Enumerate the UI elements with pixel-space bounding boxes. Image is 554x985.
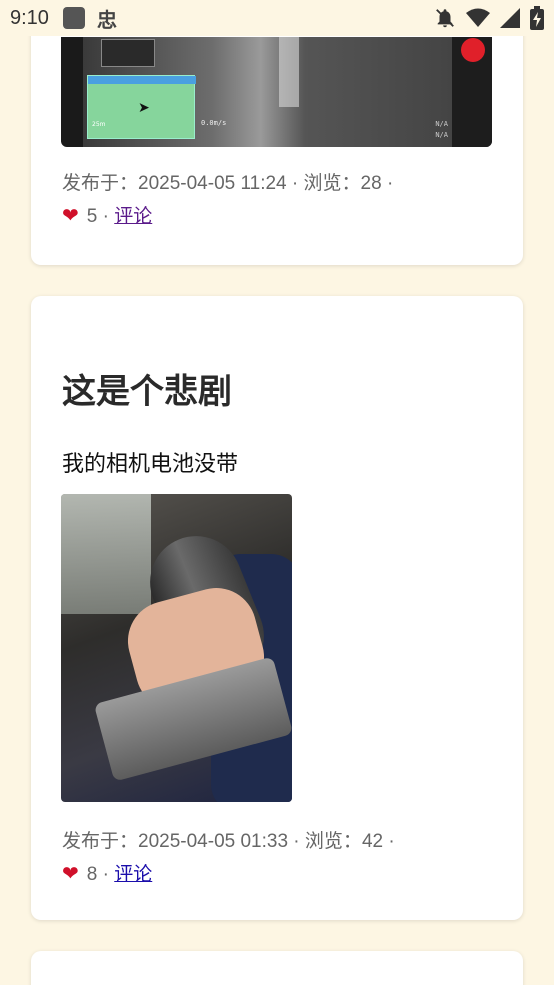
aircraft-arrow-icon: ➤ bbox=[138, 100, 150, 116]
views-label: 浏览： bbox=[304, 831, 362, 852]
record-button-icon bbox=[461, 38, 485, 62]
na-readout-2: N/A bbox=[435, 131, 448, 139]
status-time: 9:10 bbox=[10, 6, 49, 29]
post-body: 我的相机电池没带 bbox=[62, 452, 239, 477]
views-label: 浏览： bbox=[303, 173, 361, 194]
battery-charging-icon bbox=[530, 6, 544, 30]
photo-window bbox=[61, 494, 151, 614]
image-waterfall bbox=[279, 37, 299, 107]
post-meta: 发布于：2025-04-05 01:33 · 浏览：42 · ❤ 8 · 评论 bbox=[62, 831, 395, 885]
na-readout-1: N/A bbox=[435, 120, 448, 128]
published-label: 发布于： bbox=[62, 173, 139, 194]
signal-icon bbox=[500, 8, 520, 28]
status-bar: 9:10 忠 bbox=[0, 0, 554, 36]
comments-link[interactable]: 评论 bbox=[114, 864, 152, 885]
minimap-header bbox=[88, 76, 196, 84]
wifi-icon bbox=[466, 8, 490, 27]
likes-count: 8 bbox=[86, 864, 98, 885]
heart-icon[interactable]: ❤ bbox=[62, 863, 79, 885]
published-label: 发布于： bbox=[62, 831, 139, 852]
app-glyph-icon: 忠 bbox=[96, 7, 117, 32]
minimap-overlay: ➤ 25m bbox=[87, 75, 196, 139]
post-card: ➤ 25m 0.0m/s N/A N/A 发布于：2025-04-05 11:2… bbox=[31, 0, 523, 265]
likes-count: 5 bbox=[86, 206, 98, 227]
comments-link[interactable]: 评论 bbox=[114, 206, 152, 227]
published-time: 2025-04-05 11:24 bbox=[138, 173, 287, 194]
published-time: 2025-04-05 01:33 bbox=[138, 831, 289, 852]
minimap-scale: 25m bbox=[92, 121, 106, 128]
post-photo[interactable] bbox=[61, 494, 292, 802]
status-icons bbox=[434, 6, 544, 30]
app-square-icon bbox=[62, 7, 85, 29]
camera-controls bbox=[452, 37, 492, 147]
post-title: 这是个悲剧 bbox=[62, 372, 232, 412]
post-meta: 发布于：2025-04-05 11:24 · 浏览：28 · ❤ 5 · 评论 bbox=[62, 173, 394, 227]
heart-icon[interactable]: ❤ bbox=[62, 205, 79, 227]
post-card bbox=[31, 951, 523, 985]
histogram-overlay bbox=[101, 39, 155, 67]
telemetry-readout: 0.0m/s bbox=[201, 119, 227, 127]
views-count: 28 bbox=[360, 173, 382, 194]
notifications-off-icon bbox=[436, 9, 454, 28]
post-image[interactable]: ➤ 25m 0.0m/s N/A N/A bbox=[61, 37, 492, 147]
na-readout: N/A N/A bbox=[435, 119, 448, 141]
views-count: 42 bbox=[361, 831, 384, 852]
post-card: 这是个悲剧 我的相机电池没带 发布于：2025-04-05 01:33 · 浏览… bbox=[31, 296, 523, 920]
